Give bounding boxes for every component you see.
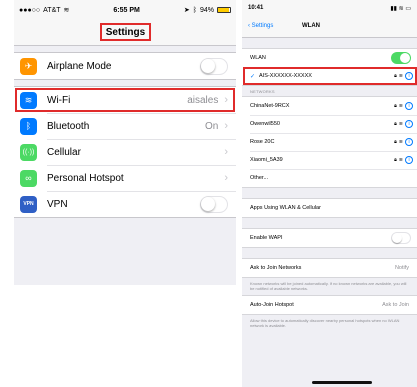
battery-icon [216,7,231,13]
status-time: 10:41 [248,5,264,11]
bluetooth-label: Bluetooth [47,120,90,132]
lock-icon: 🔒︎ [394,139,397,145]
ask-to-join-label: Ask to Join Networks [250,265,302,271]
personal-hotspot-row[interactable]: ∞ Personal Hotspot › [14,165,236,191]
chevron-right-icon: › [224,120,228,132]
wifi-signal-icon: ≋ [398,73,403,79]
wifi-value: aisales [187,94,219,106]
page-title: Settings [100,23,151,41]
status-bar: ●●●○○ AT&T ≋ 6:55 PM ➤ ᛒ 94% [14,0,236,20]
info-icon[interactable]: i [405,102,413,110]
lock-icon: 🔒︎ [394,103,397,109]
bluetooth-row[interactable]: ᛒ Bluetooth On › [14,113,236,139]
vpn-label: VPN [47,198,68,210]
info-icon[interactable]: i [405,72,413,80]
carrier-label: AT&T [43,6,61,14]
wifi-label: Wi-Fi [47,94,71,106]
network-name: Xiaomi_5A39 [250,157,283,163]
checkmark-icon: ✓ [250,73,256,80]
wifi-row[interactable]: ≋ Wi-Fi aisales › [14,87,236,113]
nav-bar: ‹ Settings WLAN [242,16,417,38]
auto-join-hotspot-value: Ask to Join [382,302,409,308]
chevron-right-icon: › [224,94,228,106]
status-bar: 10:41 ▮▮ ≋ ▭ [242,0,417,16]
lock-icon: 🔒︎ [394,157,397,163]
wifi-signal-icon: ≋ [398,139,403,145]
other-network-label: Other... [250,175,269,181]
networks-list: ChinaNet-9RCX 🔒︎ ≋ i Owenwil550 🔒︎ ≋ i R… [242,96,417,188]
auto-join-hotspot-label: Auto-Join Hotspot [250,302,294,308]
wlan-toggle[interactable] [391,52,411,64]
wifi-signal-icon: ≋ [398,157,403,163]
ask-to-join-value: Notify [394,265,409,271]
cellular-icon: ((·)) [20,143,37,161]
ask-to-join-row[interactable]: Ask to Join Networks Notify [242,259,417,277]
wifi-signal-icon: ≋ [398,103,403,109]
vpn-icon: VPN [20,195,37,213]
wlan-toggle-row[interactable]: WLAN [242,49,417,67]
auto-join-group: Auto-Join Hotspot Ask to Join [242,295,417,315]
network-row[interactable]: Xiaomi_5A39 🔒︎ ≋ i [242,151,417,169]
hotspot-icon: ∞ [20,169,37,187]
network-name: Owenwil550 [250,121,280,127]
cellular-row[interactable]: ((·)) Cellular › [14,139,236,165]
info-icon[interactable]: i [405,138,413,146]
location-icon: ➤ [183,7,190,14]
page-title: WLAN [302,23,320,29]
network-row[interactable]: Owenwil550 🔒︎ ≋ i [242,115,417,133]
wlan-screen: 10:41 ▮▮ ≋ ▭ ‹ Settings WLAN WLAN ✓ AIS-… [242,0,417,387]
networks-header: NETWORKS [250,89,275,94]
home-indicator[interactable] [312,381,372,384]
vpn-row[interactable]: VPN VPN [14,191,236,217]
enable-wapi-label: Enable WAPI [250,235,283,241]
ask-to-join-description: Known networks will be joined automatica… [250,281,407,291]
nav-bar: Settings [14,20,236,46]
wifi-signal-icon: ≋ [398,121,403,127]
battery-percent: 94% [199,6,214,14]
enable-wapi-row[interactable]: Enable WAPI [242,229,417,247]
auto-join-hotspot-row[interactable]: Auto-Join Hotspot Ask to Join [242,296,417,314]
wifi-status-icon: ≋ [63,7,70,14]
cellular-label: Cellular [47,146,81,158]
airplane-icon: ✈ [20,57,37,75]
wapi-group: Enable WAPI [242,228,417,248]
settings-group-1: ✈ Airplane Mode [14,52,236,80]
apps-using-wlan-row[interactable]: Apps Using WLAN & Cellular [242,199,417,217]
wlan-label: WLAN [250,55,266,61]
signal-dots: ●●●○○ [19,6,41,14]
network-row[interactable]: ChinaNet-9RCX 🔒︎ ≋ i [242,97,417,115]
settings-group-2: ≋ Wi-Fi aisales › ᛒ Bluetooth On › ((·))… [14,86,236,218]
wlan-group: WLAN ✓ AIS-XXXXXX-XXXXX 🔒︎ ≋ i [242,48,417,86]
wapi-toggle[interactable] [391,232,411,244]
network-row[interactable]: Rose 20C 🔒︎ ≋ i [242,133,417,151]
bluetooth-value: On [204,120,219,132]
info-icon[interactable]: i [405,156,413,164]
bluetooth-status-icon: ᛒ [192,6,197,14]
ask-group: Ask to Join Networks Notify [242,258,417,278]
personal-hotspot-label: Personal Hotspot [47,172,124,184]
apps-using-wlan-label: Apps Using WLAN & Cellular [250,205,321,211]
wifi-icon: ≋ [20,91,37,109]
network-name: ChinaNet-9RCX [250,103,290,109]
info-icon[interactable]: i [405,120,413,128]
airplane-mode-toggle[interactable] [200,57,228,75]
lock-icon: 🔒︎ [394,73,397,79]
lock-icon: 🔒︎ [394,121,397,127]
status-time: 6:55 PM [113,6,140,14]
connected-network-name: AIS-XXXXXX-XXXXX [259,73,312,79]
bluetooth-icon: ᛒ [20,117,37,135]
network-name: Rose 20C [250,139,275,145]
airplane-mode-row[interactable]: ✈ Airplane Mode [14,53,236,79]
apps-group: Apps Using WLAN & Cellular [242,198,417,218]
connected-network-row[interactable]: ✓ AIS-XXXXXX-XXXXX 🔒︎ ≋ i [242,67,417,85]
status-icons: ▮▮ ≋ ▭ [390,5,411,12]
settings-screen: ●●●○○ AT&T ≋ 6:55 PM ➤ ᛒ 94% Settings ✈ … [14,0,236,285]
vpn-toggle[interactable] [200,195,228,213]
chevron-right-icon: › [224,172,228,184]
airplane-mode-label: Airplane Mode [47,60,112,72]
auto-join-description: Allow this device to automatically disco… [250,318,400,328]
other-network-row[interactable]: Other... [242,169,417,187]
back-button[interactable]: ‹ Settings [248,23,273,29]
chevron-right-icon: › [224,146,228,158]
